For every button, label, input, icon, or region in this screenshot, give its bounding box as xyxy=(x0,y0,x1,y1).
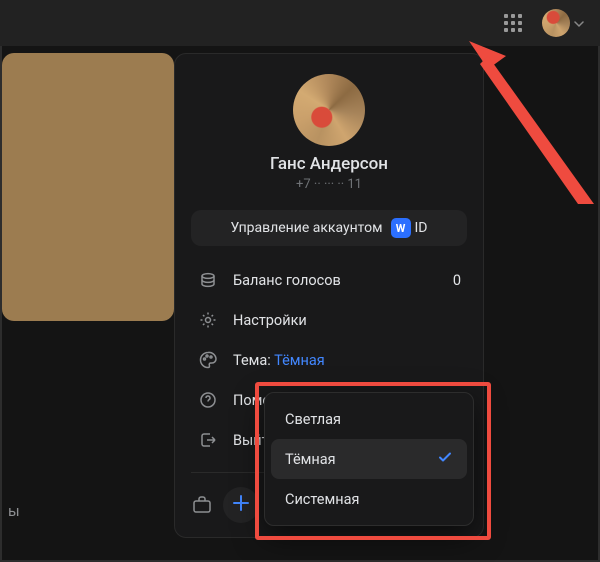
check-icon xyxy=(437,449,453,469)
truncated-tab[interactable]: ы xyxy=(8,502,20,520)
user-name: Ганс Андерсон xyxy=(270,154,388,174)
theme-current: Тёмная xyxy=(274,352,325,369)
theme-submenu: Светлая Тёмная Системная xyxy=(264,392,474,526)
user-phone: +7 ·· ··· ·· 11 xyxy=(296,177,362,192)
theme-option-label: Тёмная xyxy=(285,451,336,468)
apps-launcher-button[interactable] xyxy=(496,6,530,40)
top-bar xyxy=(0,0,600,46)
annotation-arrow xyxy=(466,36,596,206)
menu-item-settings[interactable]: Настройки xyxy=(191,302,467,338)
theme-option-label: Светлая xyxy=(285,411,341,428)
palette-icon xyxy=(197,349,219,371)
plus-icon xyxy=(232,493,250,518)
theme-option-label: Системная xyxy=(285,491,359,508)
vk-id-label: ID xyxy=(415,220,428,236)
theme-option-light[interactable]: Светлая xyxy=(271,399,467,439)
coins-icon xyxy=(197,269,219,291)
logout-icon xyxy=(197,429,219,451)
gear-icon xyxy=(197,309,219,331)
content-card xyxy=(2,53,174,321)
menu-item-balance[interactable]: Баланс голосов 0 xyxy=(191,262,467,298)
manage-account-label: Управление аккаунтом xyxy=(230,220,382,236)
menu-label: Баланс голосов xyxy=(233,272,341,289)
menu-item-theme[interactable]: Тема: Тёмная xyxy=(191,342,467,378)
theme-option-system[interactable]: Системная xyxy=(271,479,467,519)
help-icon xyxy=(197,389,219,411)
chevron-down-icon xyxy=(574,14,584,33)
apps-grid-icon xyxy=(504,14,522,32)
theme-option-dark[interactable]: Тёмная xyxy=(271,439,467,479)
avatar-large xyxy=(293,74,365,146)
account-menu-button[interactable] xyxy=(536,5,590,41)
balance-value: 0 xyxy=(453,272,461,289)
menu-label: Настройки xyxy=(233,312,307,329)
menu-label: Тема: Тёмная xyxy=(233,352,325,369)
vk-badge-icon: W xyxy=(391,218,411,238)
manage-account-button[interactable]: Управление аккаунтом W ID xyxy=(191,210,467,246)
avatar-small xyxy=(542,9,570,37)
briefcase-icon xyxy=(191,494,213,516)
add-account-button[interactable] xyxy=(223,487,259,523)
